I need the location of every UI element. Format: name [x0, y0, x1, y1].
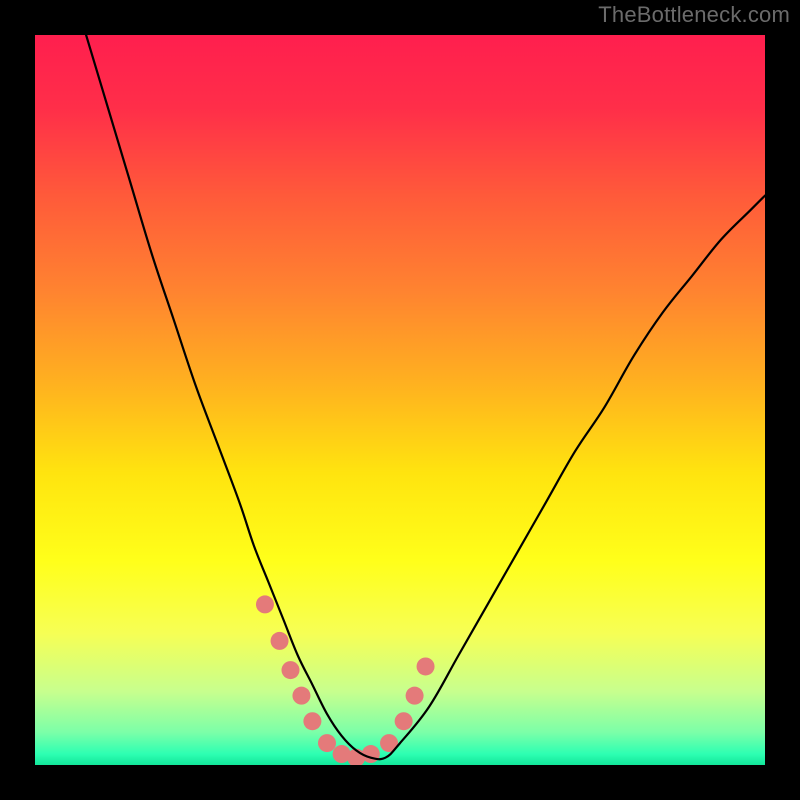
highlight-dot: [292, 687, 310, 705]
highlight-dot: [417, 657, 435, 675]
gradient-background: [35, 35, 765, 765]
watermark-text: TheBottleneck.com: [598, 2, 790, 28]
plot-svg: [35, 35, 765, 765]
highlight-dot: [362, 745, 380, 763]
highlight-dot: [395, 712, 413, 730]
highlight-dot: [318, 734, 336, 752]
chart-frame: TheBottleneck.com: [0, 0, 800, 800]
plot-area: [35, 35, 765, 765]
highlight-dot: [282, 661, 300, 679]
highlight-dot: [406, 687, 424, 705]
highlight-dot: [271, 632, 289, 650]
highlight-dot: [256, 595, 274, 613]
highlight-dot: [303, 712, 321, 730]
